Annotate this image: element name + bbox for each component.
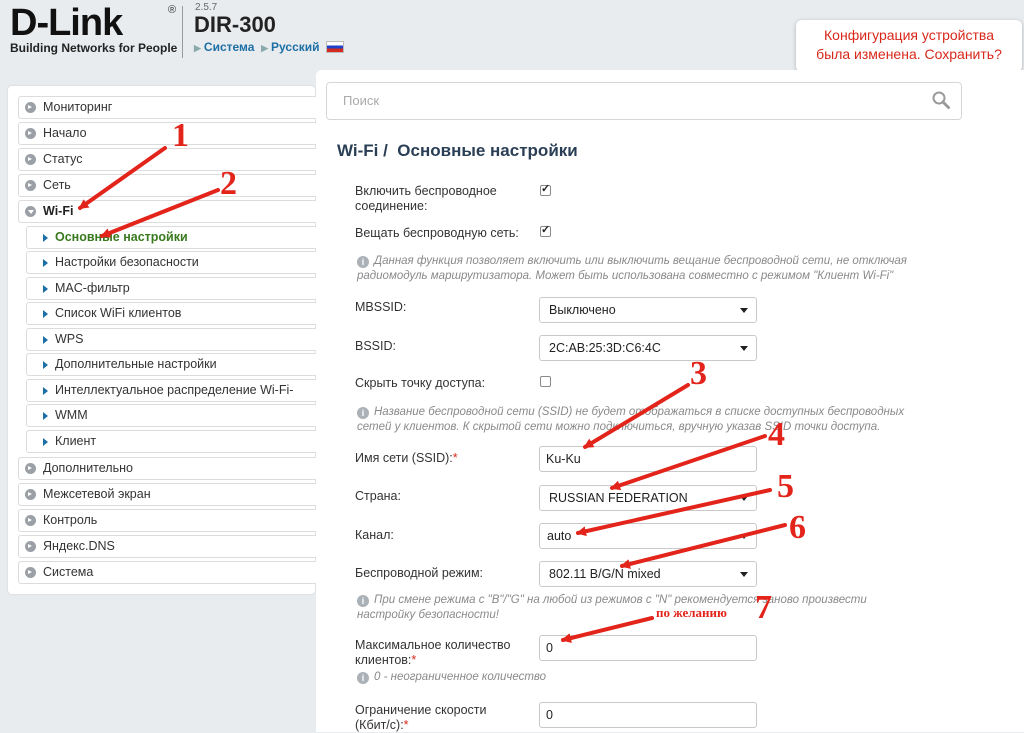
annotation-arrow-3 xyxy=(583,383,690,449)
annotation-arrow-5 xyxy=(576,488,772,537)
annotation-number-7: 7 xyxy=(755,589,772,626)
annotation-number-2: 2 xyxy=(220,165,237,202)
annotation-arrow-6 xyxy=(620,523,787,569)
annotation-overlay: 1 2 3 4 5 6 7 xyxy=(78,117,806,643)
annotation-number-1: 1 xyxy=(172,117,189,154)
annotation-number-4: 4 xyxy=(768,416,785,453)
annotation-note: по желанию xyxy=(656,605,727,620)
annotation-number-6: 6 xyxy=(789,509,806,546)
annotation-number-5: 5 xyxy=(777,468,794,505)
annotation-arrow-7 xyxy=(561,616,654,643)
annotation-arrow-4 xyxy=(610,434,767,491)
annotation-number-3: 3 xyxy=(690,355,707,392)
annotation-arrow-2 xyxy=(100,188,220,238)
annotation-arrow-1 xyxy=(78,146,167,210)
